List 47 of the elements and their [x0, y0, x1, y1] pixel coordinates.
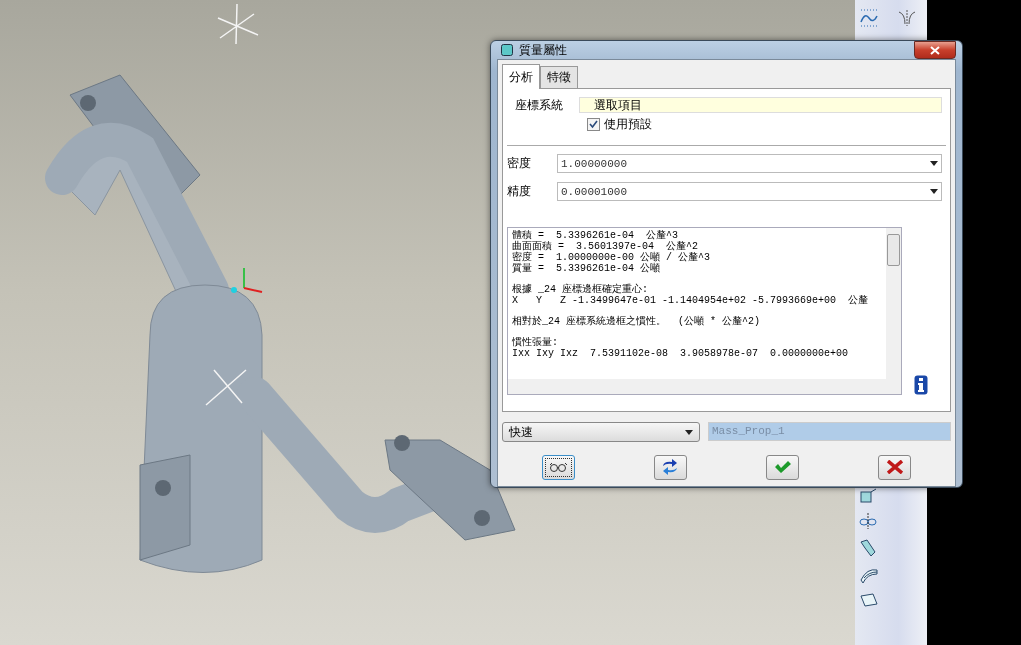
result-line: 相對於_24 座標系統邊框之慣性。 (公噸 * 公釐^2) [512, 316, 761, 327]
cancel-button[interactable] [878, 454, 912, 480]
field-label: 密度 [507, 155, 532, 172]
surface-icon[interactable] [859, 566, 879, 584]
preview-button[interactable] [541, 454, 575, 480]
sweep-icon[interactable] [859, 538, 877, 558]
window-icon [501, 44, 513, 56]
field-label: 座標系統 [515, 97, 563, 114]
mode-dropdown[interactable]: 快速 [502, 422, 700, 442]
close-icon [886, 460, 903, 474]
coordinate-axes-icon [231, 267, 263, 293]
selection-field[interactable]: 選取項目 [579, 97, 942, 113]
scrollbar[interactable] [886, 228, 901, 379]
coordinate-axes-icon [205, 369, 247, 406]
info-icon[interactable] [914, 375, 928, 395]
caret-icon [930, 189, 938, 194]
checkbox[interactable] [587, 118, 600, 131]
scrollbar[interactable] [508, 379, 901, 394]
block-icon[interactable] [859, 488, 877, 504]
result-line: 密度 = 1.0000000e-00 公噸 / 公釐^3 [512, 252, 712, 263]
result-line: Ixx Ixy Ixz 7.5391102e-08 3.9058978e-07 0.0000000e+00 [512, 348, 850, 359]
result-line: 體積 = 5.3396261e-04 公釐^3 [512, 230, 680, 241]
mirror-icon[interactable] [897, 8, 917, 28]
coordinate-axes-icon [217, 3, 259, 45]
result-line: X Y Z -1.3499647e-01 -1.1404954e+02 -5.7993669e+00 公釐 [512, 295, 870, 306]
result-line: 根據 _24 座標邊框確定重心: [512, 284, 649, 295]
dropdown[interactable]: 1.00000000 [557, 154, 942, 173]
close-button[interactable] [914, 41, 956, 59]
window-title: 質量屬性 [519, 41, 567, 59]
checkbox-label: 使用預設 [604, 116, 652, 133]
result-line: 質量 = 5.3396261e-04 公噸 [512, 263, 662, 274]
intersect-icon[interactable] [859, 512, 877, 530]
caret-icon [930, 161, 938, 166]
dropdown[interactable]: 0.00001000 [557, 182, 942, 201]
tab[interactable]: 特徵 [540, 66, 578, 88]
result-line: 曲面面積 = 3.5601397e-04 公釐^2 [512, 241, 700, 252]
curve-icon[interactable] [859, 8, 879, 28]
field-label: 精度 [507, 183, 532, 200]
ok-button[interactable] [766, 454, 800, 480]
caret-icon [685, 429, 693, 435]
tab[interactable]: 分析 [502, 64, 540, 89]
repeat-button[interactable] [653, 454, 687, 480]
plane-icon[interactable] [859, 592, 879, 608]
close-icon [930, 45, 940, 55]
result-line: 慣性張量: [512, 337, 559, 348]
glasses-icon [548, 462, 569, 472]
checkmark-icon [773, 460, 792, 474]
